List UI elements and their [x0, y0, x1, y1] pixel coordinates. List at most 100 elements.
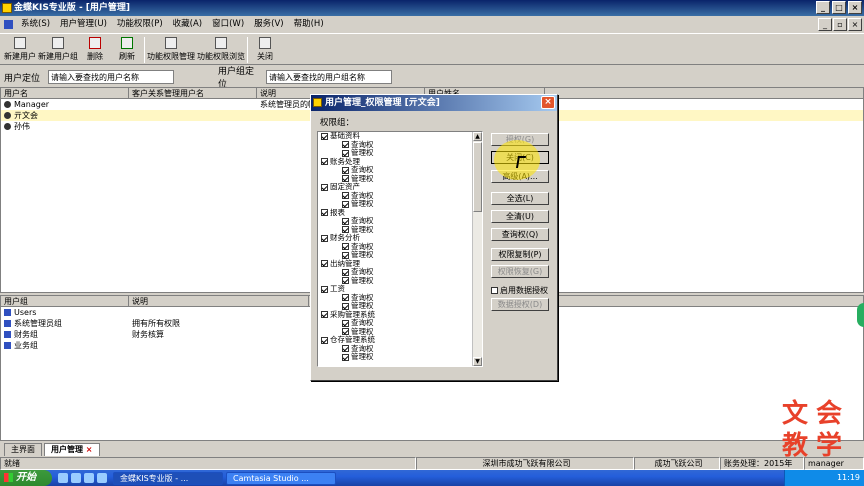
close-view-button[interactable]: 关闭	[250, 34, 280, 64]
tree-leaf[interactable]: 查询权	[318, 165, 482, 175]
tree-leaf[interactable]: 管理权	[318, 276, 482, 286]
menu-window[interactable]: 窗口(W)	[207, 16, 249, 32]
delete-button[interactable]: 删除	[80, 34, 110, 64]
function-permission-manage-button[interactable]: 功能权限管理	[147, 34, 195, 64]
checkbox-checked-icon[interactable]	[321, 132, 328, 140]
tree-node[interactable]: 账务处理	[318, 157, 482, 167]
quick-launch-icon[interactable]	[97, 473, 107, 483]
tree-leaf[interactable]: 查询权	[318, 318, 482, 328]
checkbox-checked-icon[interactable]	[321, 285, 328, 293]
quick-launch-icon[interactable]	[58, 473, 68, 483]
function-permission-browse-button[interactable]: 功能权限浏览	[197, 34, 245, 64]
new-user-button[interactable]: 新建用户	[4, 34, 36, 64]
col-group-description[interactable]: 说明	[129, 296, 309, 306]
checkbox-checked-icon[interactable]	[321, 183, 328, 191]
checkbox-checked-icon[interactable]	[342, 166, 349, 174]
tree-node[interactable]: 工资	[318, 284, 482, 294]
tree-node[interactable]: 固定资产	[318, 182, 482, 192]
quick-launch-icon[interactable]	[84, 473, 94, 483]
tree-node[interactable]: 采购管理系统	[318, 310, 482, 320]
menu-favorites[interactable]: 收藏(A)	[168, 16, 207, 32]
scroll-down-icon[interactable]: ▼	[473, 357, 482, 366]
tree-leaf[interactable]: 管理权	[318, 174, 482, 184]
checkbox-checked-icon[interactable]	[342, 277, 349, 285]
checkbox-checked-icon[interactable]	[342, 149, 349, 157]
tree-leaf[interactable]: 管理权	[318, 225, 482, 235]
minimize-button[interactable]: _	[816, 1, 830, 14]
menu-function-permissions[interactable]: 功能权限(P)	[112, 16, 168, 32]
checkbox-checked-icon[interactable]	[342, 302, 349, 310]
taskbar-item-camtasia[interactable]: Camtasia Studio ...	[226, 471, 336, 485]
group-locate-input[interactable]	[266, 70, 392, 84]
tree-leaf[interactable]: 查询权	[318, 191, 482, 201]
clear-all-button[interactable]: 全清(U)	[491, 210, 549, 223]
tree-leaf[interactable]: 查询权	[318, 267, 482, 277]
checkbox-checked-icon[interactable]	[342, 141, 349, 149]
checkbox-checked-icon[interactable]	[342, 268, 349, 276]
checkbox-checked-icon[interactable]	[342, 200, 349, 208]
permission-copy-button[interactable]: 权限复制(P)	[491, 248, 549, 261]
maximize-button[interactable]: □	[832, 1, 846, 14]
tree-node[interactable]: 财务分析	[318, 233, 482, 243]
checkbox-checked-icon[interactable]	[321, 158, 328, 166]
mdi-restore-button[interactable]: ▫	[833, 18, 847, 31]
scroll-up-icon[interactable]: ▲	[473, 132, 482, 141]
tree-node[interactable]: 仓存管理系统	[318, 335, 482, 345]
tab-user-management[interactable]: 用户管理 ×	[44, 443, 100, 456]
menu-user-management[interactable]: 用户管理(U)	[55, 16, 112, 32]
quick-launch-icon[interactable]	[71, 473, 81, 483]
checkbox-checked-icon[interactable]	[321, 311, 328, 319]
close-button[interactable]: ×	[848, 1, 862, 14]
taskbar-item-kis[interactable]: 金蝶KIS专业版 - ...	[113, 471, 223, 485]
checkbox-checked-icon[interactable]	[342, 294, 349, 302]
tree-leaf[interactable]: 查询权	[318, 140, 482, 150]
checkbox-checked-icon[interactable]	[342, 328, 349, 336]
checkbox-checked-icon[interactable]	[321, 260, 328, 268]
checkbox-checked-icon[interactable]	[342, 353, 349, 361]
scroll-thumb[interactable]	[473, 142, 482, 212]
checkbox-checked-icon[interactable]	[342, 243, 349, 251]
mdi-close-button[interactable]: ×	[848, 18, 862, 31]
start-button[interactable]: 开始	[0, 470, 52, 486]
checkbox-checked-icon[interactable]	[342, 226, 349, 234]
checkbox-checked-icon[interactable]	[342, 251, 349, 259]
menu-service[interactable]: 服务(V)	[249, 16, 288, 32]
tree-leaf[interactable]: 查询权	[318, 344, 482, 354]
tab-main[interactable]: 主界面	[4, 443, 42, 456]
tree-leaf[interactable]: 管理权	[318, 250, 482, 260]
tree-leaf[interactable]: 管理权	[318, 301, 482, 311]
tree-leaf[interactable]: 管理权	[318, 327, 482, 337]
refresh-button[interactable]: 刷新	[112, 34, 142, 64]
data-grant-button[interactable]: 数据授权(D)	[491, 298, 549, 311]
checkbox-checked-icon[interactable]	[342, 319, 349, 327]
tree-node[interactable]: 基础资料	[318, 132, 482, 141]
tab-close-icon[interactable]: ×	[86, 445, 93, 454]
checkbox-checked-icon[interactable]	[342, 175, 349, 183]
query-permission-button[interactable]: 查询权(Q)	[491, 228, 549, 241]
checkbox-checked-icon[interactable]	[321, 336, 328, 344]
tree-scrollbar[interactable]: ▲ ▼	[472, 132, 482, 366]
tree-leaf[interactable]: 查询权	[318, 293, 482, 303]
checkbox-checked-icon[interactable]	[342, 192, 349, 200]
select-all-button[interactable]: 全选(L)	[491, 192, 549, 205]
checkbox-checked-icon[interactable]	[321, 234, 328, 242]
mdi-minimize-button[interactable]: _	[818, 18, 832, 31]
tree-node[interactable]: 出纳管理	[318, 259, 482, 269]
menu-system[interactable]: 系统(S)	[16, 16, 55, 32]
permission-restore-button[interactable]: 权限恢复(G)	[491, 265, 549, 278]
col-username[interactable]: 用户名	[1, 88, 129, 98]
tree-leaf[interactable]: 查询权	[318, 242, 482, 252]
checkbox-checked-icon[interactable]	[342, 217, 349, 225]
enable-data-auth-checkbox[interactable]: 启用数据授权	[491, 285, 548, 296]
menu-help[interactable]: 帮助(H)	[289, 16, 329, 32]
new-group-button[interactable]: 新建用户组	[38, 34, 78, 64]
checkbox-checked-icon[interactable]	[321, 209, 328, 217]
dialog-close-icon[interactable]: ×	[541, 96, 555, 109]
checkbox-checked-icon[interactable]	[342, 345, 349, 353]
col-group[interactable]: 用户组	[1, 296, 129, 306]
user-locate-input[interactable]	[48, 70, 174, 84]
col-crm-username[interactable]: 客户关系管理用户名	[129, 88, 257, 98]
tree-node[interactable]: 报表	[318, 208, 482, 218]
tree-leaf[interactable]: 管理权	[318, 148, 482, 158]
tree-leaf[interactable]: 查询权	[318, 216, 482, 226]
